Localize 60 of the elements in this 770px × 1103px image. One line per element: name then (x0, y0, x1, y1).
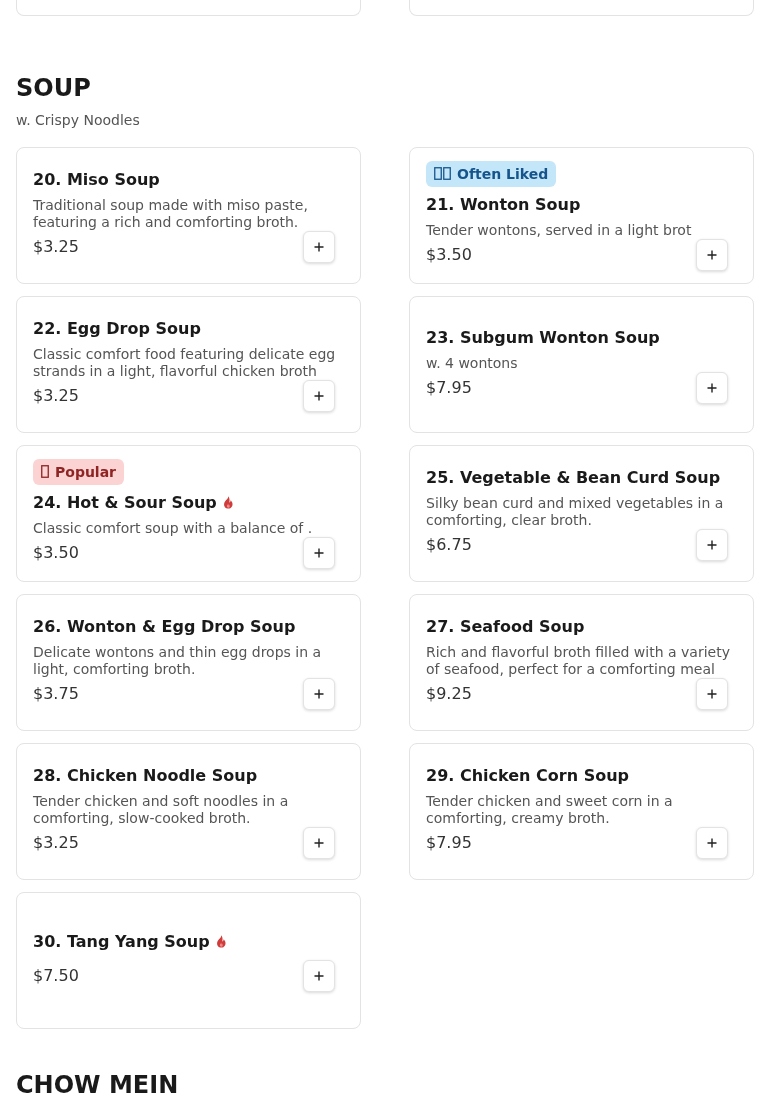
item-name: 28. Chicken Noodle Soup (33, 765, 258, 787)
plus-icon (314, 547, 324, 558)
plus-icon (707, 540, 717, 550)
item-name: 24. Hot & Sour Soup (33, 491, 217, 514)
plus-icon (707, 838, 717, 848)
item-name: 20. Miso Soup (33, 169, 160, 191)
add-button[interactable] (696, 678, 728, 710)
item-name: 23. Subgum Wonton Soup (426, 326, 660, 349)
plus-icon (314, 391, 324, 401)
item-price: $3.25 (33, 832, 79, 854)
item-price: $9.25 (426, 683, 472, 705)
item-name: 30. Tang Yang Soup (33, 930, 210, 953)
item-description: Tender wontons, served in a light brot (426, 221, 693, 239)
item-price: $6.75 (426, 534, 472, 556)
item-description: Rich and flavorful broth filled with a variety of seafood, perfect for a comforting meal (426, 644, 731, 678)
item-name: 25. Vegetable & Bean Curd Soup (426, 467, 721, 489)
add-button[interactable] (303, 678, 335, 710)
section-heading: SOUP (16, 73, 91, 104)
item-description: Tender chicken and soft noodles in a comforting, slow-cooked broth. (33, 793, 290, 827)
section-heading: CHOW MEIN (16, 1070, 179, 1101)
plus-icon (314, 689, 324, 699)
glyph-box-icon (41, 465, 49, 478)
badge-label: Popular (55, 463, 117, 480)
add-button[interactable] (696, 827, 728, 859)
item-price: $3.50 (33, 541, 79, 564)
add-button[interactable] (303, 231, 335, 263)
item-name: 22. Egg Drop Soup (33, 318, 201, 340)
section-subtitle: w. Crispy Noodles (16, 111, 140, 130)
plus-icon (707, 249, 717, 260)
item-description: Classic comfort soup with a balance of . (33, 519, 314, 537)
item-description: Silky bean curd and mixed vegetables in a comforting, clear broth. (426, 495, 725, 529)
add-button[interactable] (696, 529, 728, 561)
add-button[interactable] (696, 238, 728, 271)
item-price: $3.25 (33, 236, 79, 258)
add-button[interactable] (696, 371, 728, 404)
add-button[interactable] (303, 536, 335, 569)
add-button[interactable] (303, 959, 335, 992)
item-price: $7.95 (426, 376, 472, 399)
add-button[interactable] (303, 827, 335, 859)
item-price: $3.75 (33, 683, 79, 705)
item-name: 26. Wonton & Egg Drop Soup (33, 616, 296, 638)
item-description: Classic comfort food featuring delicate egg strands in a light, flavorful chicken broth (33, 346, 337, 380)
plus-icon (707, 689, 717, 699)
item-price: $7.50 (33, 964, 79, 987)
plus-icon (314, 970, 324, 981)
plus-icon (314, 838, 324, 848)
item-price: $7.95 (426, 832, 472, 854)
item-name: 27. Seafood Soup (426, 616, 585, 638)
item-description: Tender chicken and sweet corn in a comforting, creamy broth. (426, 793, 674, 827)
item-name: 21. Wonton Soup (426, 193, 581, 216)
item-price: $3.50 (426, 243, 472, 266)
add-button[interactable] (303, 380, 335, 412)
item-price: $3.25 (33, 385, 79, 407)
item-description: w. 4 wontons (426, 354, 519, 372)
plus-icon (707, 382, 717, 393)
item-description: Delicate wontons and thin egg drops in a light, comforting broth. (33, 644, 323, 678)
item-description: Traditional soup made with miso paste, featuring a rich and comforting broth. (33, 197, 309, 231)
badge-label: Often Liked (457, 165, 549, 182)
plus-icon (314, 242, 324, 252)
item-name: 29. Chicken Corn Soup (426, 765, 629, 787)
